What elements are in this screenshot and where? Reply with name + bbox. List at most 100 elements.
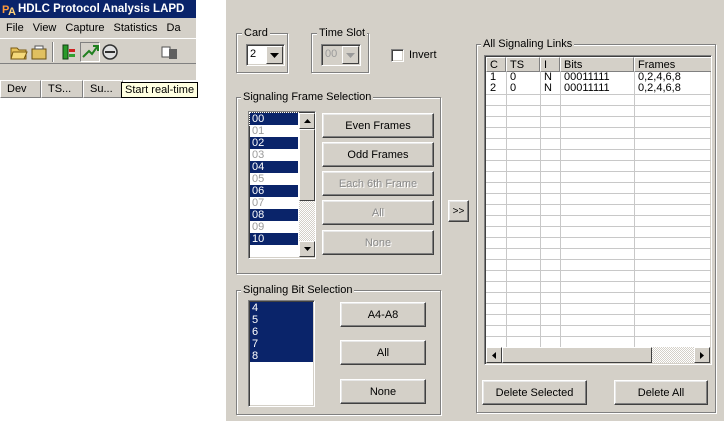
column-su[interactable]: Su... xyxy=(83,80,123,98)
menu-view[interactable]: View xyxy=(33,22,57,34)
cell-i: N xyxy=(544,83,552,94)
frame-item[interactable]: 03 xyxy=(250,149,298,161)
frame-item[interactable]: 10 xyxy=(250,233,298,245)
cell-c: 2 xyxy=(490,83,497,94)
gridline-vertical xyxy=(560,72,561,348)
frames-list: 00 01 02 03 04 05 06 07 08 09 10 xyxy=(249,112,299,245)
frame-item[interactable]: 07 xyxy=(250,197,298,209)
main-window: P A HDLC Protocol Analysis LAPD File Vie… xyxy=(0,0,199,98)
menu-bar: File View Capture Statistics Da xyxy=(0,19,196,37)
frame-item[interactable]: 09 xyxy=(250,221,298,233)
menu-data[interactable]: Da xyxy=(167,22,181,34)
column-dev[interactable]: Dev xyxy=(0,80,41,98)
frames-scrollbar[interactable] xyxy=(299,113,315,257)
cell-bits: 00011111 xyxy=(564,83,610,94)
column-ts[interactable]: TS... xyxy=(41,80,83,98)
frames-none-button[interactable]: None xyxy=(322,230,434,255)
bits-none-button[interactable]: None xyxy=(340,379,426,404)
bit-item[interactable]: 8 xyxy=(250,350,313,362)
add-link-button[interactable]: >> xyxy=(448,200,469,222)
odd-frames-button[interactable]: Odd Frames xyxy=(322,142,434,167)
delete-all-button[interactable]: Delete All xyxy=(614,380,708,405)
links-table-header: C TS I Bits Frames xyxy=(486,57,711,72)
stop-icon[interactable] xyxy=(101,43,119,61)
signaling-dialog: Card 2 Time Slot 00 Invert Signaling Fra… xyxy=(226,0,724,421)
gridline-vertical xyxy=(540,72,541,348)
app-logo-icon: P A xyxy=(2,2,17,18)
frame-item[interactable]: 04 xyxy=(250,161,298,173)
bits-listbox[interactable]: 4 5 6 7 8 xyxy=(248,300,315,407)
timeslot-value: 00 xyxy=(325,48,338,60)
bit-item[interactable]: 4 xyxy=(250,302,313,314)
card-select[interactable]: 2 xyxy=(246,44,285,66)
links-col-bits[interactable]: Bits xyxy=(560,57,634,72)
toolbar xyxy=(0,38,196,64)
bit-item[interactable]: 7 xyxy=(250,338,313,350)
card-value: 2 xyxy=(250,48,257,60)
cell-bits: 00011111 xyxy=(564,72,610,83)
bit-selection-label: Signaling Bit Selection xyxy=(241,284,355,296)
frame-item[interactable]: 06 xyxy=(250,185,298,197)
table-row[interactable]: 1 0 N 00011111 0,2,4,6,8 xyxy=(486,72,711,83)
links-col-i[interactable]: I xyxy=(540,57,560,72)
bit-item[interactable]: 5 xyxy=(250,314,313,326)
links-col-ts[interactable]: TS xyxy=(506,57,540,72)
each-6th-frame-button[interactable]: Each 6th Frame xyxy=(322,171,434,196)
cell-c: 1 xyxy=(490,72,497,83)
cell-ts: 0 xyxy=(510,72,517,83)
svg-text:A: A xyxy=(8,6,16,16)
close-capture-icon[interactable] xyxy=(30,43,48,61)
frames-all-button[interactable]: All xyxy=(322,200,434,225)
cell-frames: 0,2,4,6,8 xyxy=(638,83,681,94)
links-hscrollbar[interactable] xyxy=(486,347,710,363)
frame-item[interactable]: 01 xyxy=(250,125,298,137)
frame-selection-label: Signaling Frame Selection xyxy=(241,91,374,103)
links-scroll-left[interactable] xyxy=(486,347,502,363)
invert-checkbox[interactable] xyxy=(391,49,404,62)
even-frames-button[interactable]: Even Frames xyxy=(322,113,434,138)
bit-item[interactable]: 6 xyxy=(250,326,313,338)
cell-ts: 0 xyxy=(510,83,517,94)
card-label: Card xyxy=(242,27,270,39)
delete-selected-button[interactable]: Delete Selected xyxy=(482,380,587,405)
links-scroll-right[interactable] xyxy=(694,347,710,363)
signal-level-icon[interactable] xyxy=(60,43,78,61)
open-folder-icon[interactable] xyxy=(10,43,28,61)
cell-i: N xyxy=(544,72,552,83)
toolbar-divider xyxy=(52,42,54,62)
frames-scroll-down[interactable] xyxy=(299,241,315,257)
tooltip-start-realtime: Start real-time xyxy=(121,82,199,98)
title-bar: P A HDLC Protocol Analysis LAPD xyxy=(0,0,196,18)
links-scroll-thumb[interactable] xyxy=(502,347,652,363)
frames-listbox[interactable]: 00 01 02 03 04 05 06 07 08 09 10 xyxy=(248,111,316,259)
frame-item[interactable]: 00 xyxy=(249,112,299,126)
bits-all-button[interactable]: All xyxy=(340,340,426,365)
timeslot-dropdown-button[interactable] xyxy=(342,46,359,64)
bits-list: 4 5 6 7 8 xyxy=(250,302,313,362)
gridline-vertical xyxy=(634,72,635,348)
frame-item[interactable]: 05 xyxy=(250,173,298,185)
links-table-body: 1 0 N 00011111 0,2,4,6,8 2 0 N 00011111 … xyxy=(486,72,711,348)
links-group-label: All Signaling Links xyxy=(481,38,575,50)
timeslot-label: Time Slot xyxy=(317,27,368,39)
menu-file[interactable]: File xyxy=(6,22,24,34)
menu-statistics[interactable]: Statistics xyxy=(114,22,158,34)
card-dropdown-button[interactable] xyxy=(266,46,283,64)
menu-capture[interactable]: Capture xyxy=(65,22,104,34)
frame-item[interactable]: 08 xyxy=(250,209,298,221)
a4-a8-button[interactable]: A4-A8 xyxy=(340,302,426,327)
table-row[interactable]: 2 0 N 00011111 0,2,4,6,8 xyxy=(486,83,711,95)
invert-label: Invert xyxy=(409,49,437,61)
links-col-frames[interactable]: Frames xyxy=(634,57,711,72)
cell-frames: 0,2,4,6,8 xyxy=(638,72,681,83)
toolbar-more-icon[interactable] xyxy=(160,43,178,61)
frame-item[interactable]: 02 xyxy=(250,137,298,149)
timeslot-select[interactable]: 00 xyxy=(321,44,361,66)
window-title: HDLC Protocol Analysis LAPD xyxy=(18,3,185,15)
links-col-c[interactable]: C xyxy=(486,57,506,72)
links-table[interactable]: C TS I Bits Frames 1 0 N 00011111 0,2,4,… xyxy=(484,55,712,365)
frames-scroll-thumb[interactable] xyxy=(299,129,315,201)
frames-scroll-up[interactable] xyxy=(299,113,315,129)
start-realtime-icon[interactable] xyxy=(80,42,100,62)
gridline-vertical xyxy=(506,72,507,348)
